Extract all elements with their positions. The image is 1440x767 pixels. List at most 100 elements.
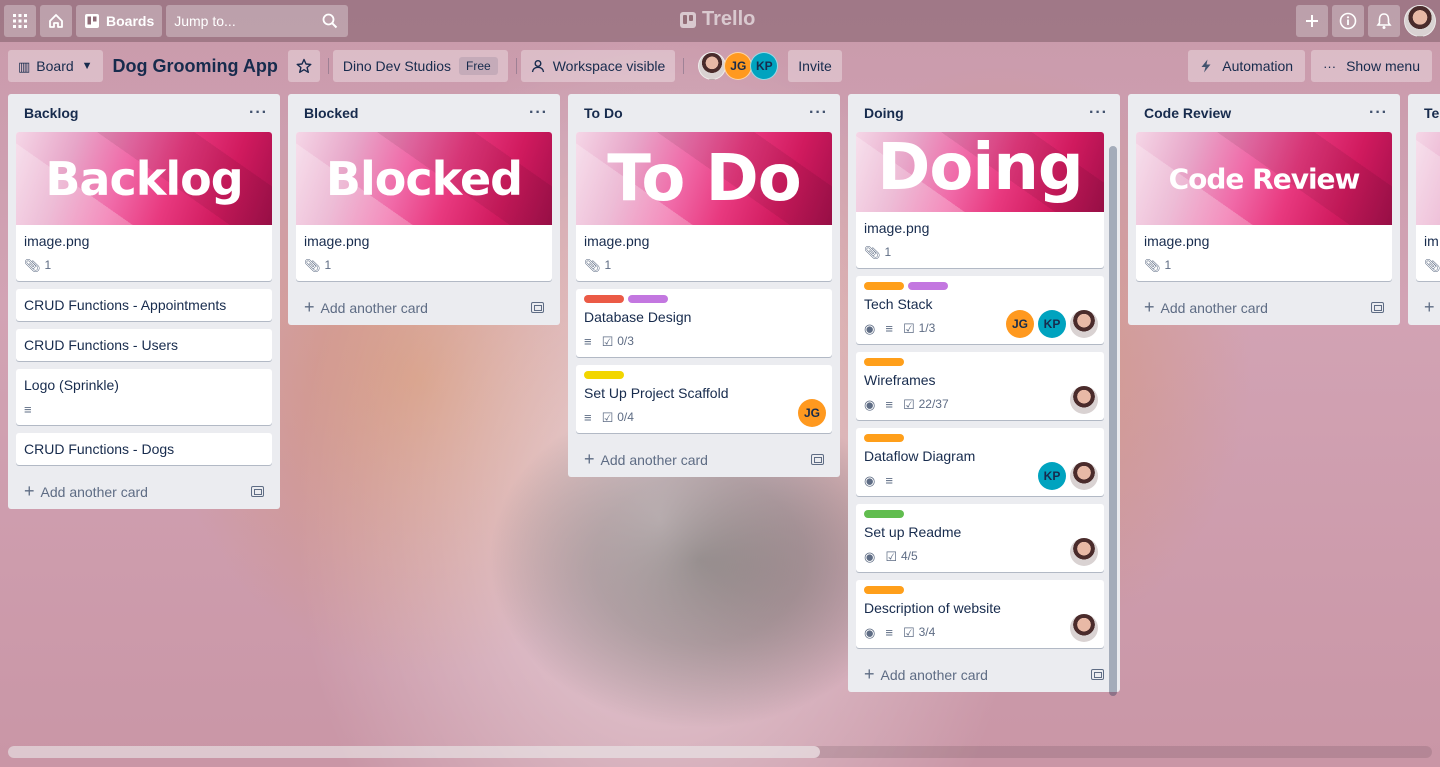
list-partial: Te im 📎︎ + (1408, 94, 1440, 325)
trello-logo[interactable]: Trello (680, 8, 755, 31)
card[interactable]: Wireframes ◉ ≡ ☑ 22/37 (856, 352, 1104, 420)
list-menu-icon[interactable]: ··· (1369, 104, 1388, 122)
people-icon (531, 60, 544, 73)
search-input[interactable]: Jump to... (166, 5, 349, 37)
label-purple[interactable] (628, 295, 668, 303)
list-title[interactable]: Blocked (304, 105, 358, 121)
label-orange[interactable] (864, 282, 904, 290)
description-icon: ≡ (584, 409, 592, 425)
card-template-icon[interactable] (1091, 668, 1104, 680)
cover-card[interactable]: Backlog image.png 📎︎ 1 (16, 132, 272, 281)
card-template-icon[interactable] (811, 453, 824, 465)
member-avatar-jg[interactable]: JG (1006, 310, 1034, 338)
card[interactable]: Tech Stack ◉ ≡ ☑ 1/3 JG KP (856, 276, 1104, 344)
info-icon[interactable] (1332, 5, 1364, 37)
list-menu-icon[interactable]: ··· (809, 104, 828, 122)
card[interactable]: Database Design ≡ ☑ 0/3 (576, 289, 832, 357)
card[interactable]: CRUD Functions - Users (16, 329, 272, 361)
member-avatar-kp[interactable]: KP (750, 52, 779, 80)
label-green[interactable] (864, 510, 904, 518)
add-card-button[interactable]: + Add another card (296, 289, 552, 325)
plus-icon: + (584, 448, 595, 469)
label-purple[interactable] (908, 282, 948, 290)
cover-card[interactable]: Code Review image.png 📎︎ 1 (1136, 132, 1392, 281)
member-avatar-jg[interactable]: JG (798, 399, 826, 427)
boards-button[interactable]: Boards (76, 5, 163, 37)
cover-card[interactable]: Blocked image.png 📎︎ 1 (296, 132, 552, 281)
card-cover-image: To Do (576, 132, 832, 225)
member-avatar-photo[interactable] (698, 52, 727, 80)
cover-card[interactable]: im 📎︎ (1416, 132, 1440, 281)
visibility-button[interactable]: Workspace visible (520, 50, 676, 82)
checklist-badge: ☑ 0/4 (602, 410, 634, 424)
member-avatar-photo[interactable] (1070, 538, 1098, 566)
member-avatar-photo[interactable] (1070, 614, 1098, 642)
card-title: Wireframes (864, 372, 936, 388)
card[interactable]: Logo (Sprinkle) ≡ (16, 369, 272, 425)
list-to-do: To Do ··· To Do image.png 📎︎ 1 Database D… (568, 94, 840, 477)
add-card-button[interactable]: + Add another card (576, 441, 832, 477)
member-avatar-photo[interactable] (1070, 386, 1098, 414)
card-template-icon[interactable] (1371, 301, 1384, 313)
apps-grid-icon[interactable] (4, 5, 36, 37)
card-cover-image: Blocked (296, 132, 552, 225)
card[interactable]: CRUD Functions - Appointments (16, 289, 272, 321)
star-button[interactable] (287, 50, 320, 82)
list-menu-icon[interactable]: ··· (249, 104, 268, 122)
card-template-icon[interactable] (531, 301, 544, 313)
cover-card[interactable]: To Do image.png 📎︎ 1 (576, 132, 832, 281)
card-title: image.png (304, 233, 370, 249)
cover-card[interactable]: Doing image.png 📎︎ 1 (856, 132, 1104, 268)
label-orange[interactable] (864, 586, 904, 594)
plan-badge: Free (459, 57, 498, 75)
list-menu-icon[interactable]: ··· (1089, 104, 1108, 122)
list-title[interactable]: Te (1424, 105, 1439, 121)
show-menu-button[interactable]: ··· Show menu (1311, 50, 1432, 82)
add-card-button[interactable]: + (1416, 289, 1440, 325)
list-code-review: Code Review ··· Code Review image.png 📎︎… (1128, 94, 1400, 325)
add-card-button[interactable]: + Add another card (1136, 289, 1392, 325)
card-cover-image (1416, 132, 1440, 225)
member-avatar-jg[interactable]: JG (724, 52, 753, 80)
list-title[interactable]: Code Review (1144, 105, 1231, 121)
board-view-switcher[interactable]: ▥ Board ▼ (8, 50, 103, 82)
add-card-button[interactable]: + Add another card (856, 656, 1112, 692)
label-orange[interactable] (864, 358, 904, 366)
automation-button[interactable]: Automation (1188, 50, 1306, 82)
member-avatar-photo[interactable] (1070, 310, 1098, 338)
automation-label: Automation (1222, 58, 1294, 74)
watch-eye-icon: ◉ (864, 472, 876, 488)
user-avatar[interactable] (1404, 5, 1436, 37)
checklist-icon: ☑ (902, 320, 915, 336)
card[interactable]: Dataflow Diagram ◉ ≡ KP (856, 428, 1104, 496)
checklist-icon: ☑ (601, 333, 614, 349)
card[interactable]: Set up Readme ◉ ☑ 4/5 (856, 504, 1104, 572)
add-card-button[interactable]: + Add another card (16, 473, 272, 509)
create-plus-icon[interactable] (1296, 5, 1328, 37)
label-red[interactable] (584, 295, 624, 303)
member-avatar-photo[interactable] (1070, 462, 1098, 490)
card-template-icon[interactable] (251, 485, 264, 497)
notifications-bell-icon[interactable] (1368, 5, 1400, 37)
card[interactable]: Set Up Project Scaffold ≡ ☑ 0/4 JG (576, 365, 832, 433)
card[interactable]: CRUD Functions - Dogs (16, 433, 272, 465)
card[interactable]: Description of website ◉ ≡ ☑ 3/4 (856, 580, 1104, 648)
list-title[interactable]: Doing (864, 105, 904, 121)
member-avatar-kp[interactable]: KP (1038, 462, 1066, 490)
board-scrollbar-thumb[interactable] (8, 746, 820, 758)
paperclip-icon: 📎︎ (304, 257, 321, 273)
invite-button[interactable]: Invite (788, 50, 842, 82)
home-icon[interactable] (40, 5, 72, 37)
list-title[interactable]: To Do (584, 105, 623, 121)
label-orange[interactable] (864, 434, 904, 442)
card-title: CRUD Functions - Users (24, 337, 179, 353)
list-menu-icon[interactable]: ··· (529, 104, 548, 122)
label-yellow[interactable] (584, 371, 624, 379)
workspace-button[interactable]: Dino Dev Studios Free (332, 50, 508, 82)
list-scrollbar-thumb[interactable] (1109, 146, 1117, 696)
board-title[interactable]: Dog Grooming App (113, 56, 278, 77)
list-backlog: Backlog ··· Backlog image.png 📎︎ 1 CRUD F… (8, 94, 280, 509)
member-avatar-kp[interactable]: KP (1038, 310, 1066, 338)
card-cover-image: Backlog (16, 132, 272, 225)
list-title[interactable]: Backlog (24, 105, 78, 121)
